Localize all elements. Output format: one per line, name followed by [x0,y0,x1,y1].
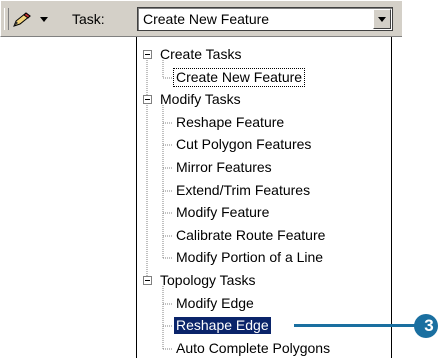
task-item-label: Mirror Features [176,159,272,175]
editor-toolbar: Task: Create New Feature [0,0,402,37]
task-item-label: Extend/Trim Features [176,182,311,198]
pencil-icon[interactable] [12,12,34,28]
callout-leader-line [294,324,418,327]
task-item[interactable]: Modify Portion of a Line [137,247,391,269]
task-item[interactable]: Modify Feature [137,202,391,224]
task-select-value: Create New Feature [143,11,270,27]
task-select-dropdown-button[interactable] [373,9,391,29]
task-item-label: Create New Feature [172,68,306,87]
task-item[interactable]: Cut Polygon Features [137,134,391,156]
task-item[interactable]: Calibrate Route Feature [137,225,391,247]
tree-group-label: Topology Tasks [160,272,256,288]
collapse-icon[interactable] [143,95,152,104]
task-item-label: Reshape Edge [173,316,272,335]
task-item-label: Modify Portion of a Line [176,249,324,265]
task-select[interactable]: Create New Feature [137,7,393,31]
toolbar-grip[interactable] [4,8,9,30]
task-item[interactable]: Modify Edge [137,293,391,315]
task-item[interactable]: Create New Feature [137,67,391,89]
chevron-down-icon[interactable] [40,17,48,22]
task-item-label: Calibrate Route Feature [176,227,326,243]
task-item[interactable]: Auto Complete Polygons [137,338,391,358]
task-dropdown-list[interactable]: Create Tasks Create New Feature Modify Tas… [136,37,392,358]
chevron-down-icon [378,17,386,22]
tree-group-topology-tasks[interactable]: Topology Tasks [137,270,391,292]
task-item-label: Reshape Feature [176,114,285,130]
task-item-label: Auto Complete Polygons [176,340,331,356]
task-item[interactable]: Mirror Features [137,157,391,179]
task-item-label: Modify Edge [176,295,254,311]
screen: Task: Create New Feature Create Tasks Cre… [0,0,440,358]
tree-group-label: Modify Tasks [160,91,241,107]
task-item[interactable]: Extend/Trim Features [137,180,391,202]
task-label: Task: [72,11,105,27]
task-item[interactable]: Reshape Feature [137,112,391,134]
task-item-label: Cut Polygon Features [176,136,312,152]
callout-number-badge: 3 [414,314,438,338]
tree-group-create-tasks[interactable]: Create Tasks [137,44,391,66]
collapse-icon[interactable] [143,50,152,59]
collapse-icon[interactable] [143,276,152,285]
tree-group-label: Create Tasks [160,46,242,62]
tree-group-modify-tasks[interactable]: Modify Tasks [137,89,391,111]
task-item-label: Modify Feature [176,204,270,220]
